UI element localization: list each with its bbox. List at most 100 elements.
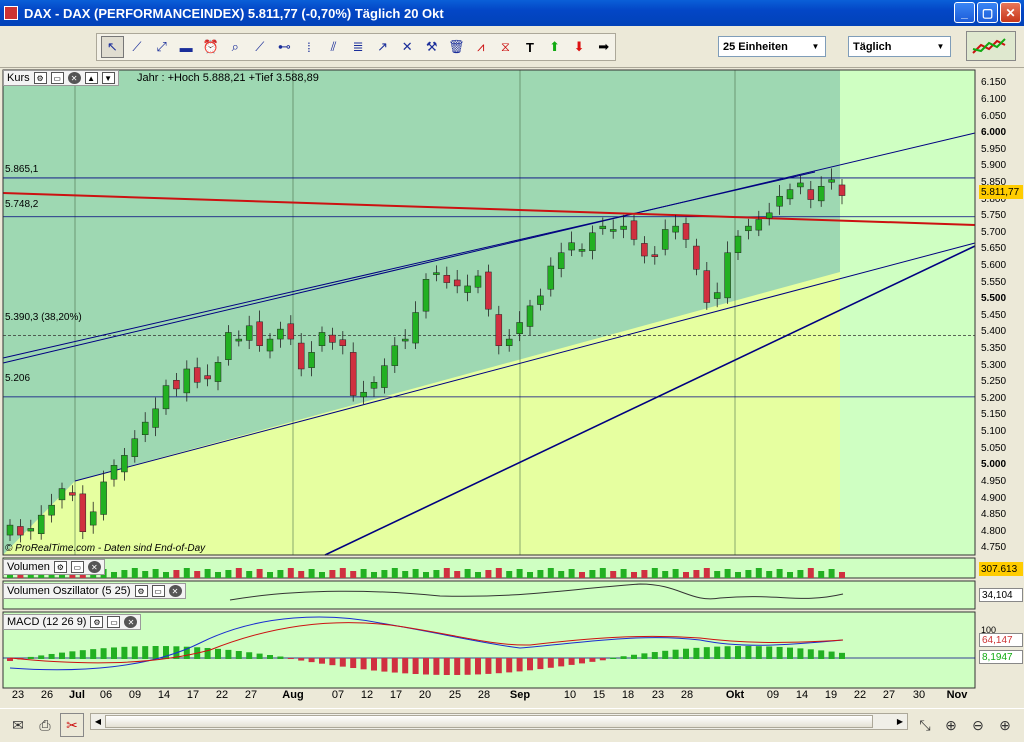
up-arrow-icon[interactable]: ⬆ (543, 36, 566, 58)
pattern-icon[interactable]: ⩘ (470, 36, 493, 58)
close-panel-icon[interactable]: ✕ (87, 561, 101, 573)
ruler-icon[interactable]: ▬ (175, 36, 198, 58)
line-icon[interactable]: ⟋ (126, 36, 149, 58)
hammer-icon[interactable]: ⚒ (420, 36, 443, 58)
macd-histogram-bar (599, 658, 606, 661)
chevron-down-icon: ▼ (811, 42, 820, 51)
close-panel-icon[interactable]: ✕ (168, 585, 182, 597)
macd-histogram-bar (131, 646, 138, 659)
volume-bar (516, 569, 523, 578)
macd-histogram-bar (610, 657, 617, 659)
triangle-icon[interactable]: ⧖ (494, 36, 517, 58)
alarm-icon[interactable]: ⏰ (199, 36, 222, 58)
candle (329, 334, 336, 343)
macd-histogram-bar (735, 646, 741, 659)
macd-histogram-bar (766, 646, 773, 659)
price-chart-svg[interactable] (0, 68, 1024, 708)
macd-histogram-bar (818, 650, 825, 659)
macd-histogram-bar (308, 658, 315, 663)
vertical-line-icon[interactable]: ⁞ (298, 36, 321, 58)
print-icon[interactable]: ⎙ (33, 713, 57, 737)
candle (204, 375, 211, 380)
candle (162, 385, 170, 410)
horizontal-line-icon[interactable]: ⊷ (273, 36, 296, 58)
period-select[interactable]: Täglich ▼ (848, 36, 951, 57)
macd-histogram-bar (423, 658, 429, 675)
x-tick-label: 12 (360, 689, 374, 701)
candle (266, 338, 274, 352)
right-arrow-icon[interactable]: ➡ (592, 36, 615, 58)
volume-bar (339, 568, 346, 578)
volume-bar (672, 569, 679, 578)
trendline-icon[interactable]: ⟋ (249, 36, 272, 58)
macd-histogram-bar (547, 658, 554, 668)
close-panel-icon[interactable]: ✕ (124, 616, 138, 628)
candle (651, 254, 659, 257)
cursor-zoom-icon[interactable]: ⤡ (913, 713, 937, 737)
candle (412, 312, 419, 344)
trash-icon[interactable]: 🗑 (445, 36, 468, 58)
y-tick-label: 5.600 (981, 259, 1007, 271)
candle (609, 229, 617, 232)
year-high-low-info: Jahr : +Hoch 5.888,21 +Tief 3.588,89 (137, 72, 319, 84)
text-icon[interactable]: T (519, 36, 542, 58)
macd-histogram-bar (724, 646, 731, 659)
window-icon[interactable]: ▭ (107, 616, 121, 628)
horizontal-scrollbar[interactable]: ◀ ▶ (90, 713, 908, 730)
close-panel-icon[interactable]: ✕ (67, 72, 81, 84)
candle (6, 524, 14, 536)
close-button[interactable]: ✕ (1000, 2, 1021, 23)
period-select-value: Täglich (853, 40, 892, 53)
macd-histogram-bar (38, 655, 45, 659)
candle (516, 322, 523, 335)
zoom-icon[interactable]: ⌕ (224, 36, 247, 58)
chart-area[interactable]: Kurs ⚙ ▭ ✕ ▲ ▼ Jahr : +Hoch 5.888,21 +Ti… (0, 68, 1024, 708)
wrench-icon[interactable]: ⚙ (53, 561, 67, 573)
candle (173, 380, 180, 390)
zoom-in-icon[interactable]: ⊕ (993, 713, 1017, 737)
volume-bar (776, 569, 783, 578)
ray-icon[interactable]: ⤢ (150, 36, 173, 58)
volume-bar (111, 572, 117, 578)
down-arrow-icon[interactable]: ⬇ (568, 36, 591, 58)
arrow-tool-icon[interactable]: ↗ (371, 36, 394, 58)
window-icon[interactable]: ▭ (50, 72, 64, 84)
volume-bar (183, 568, 190, 578)
x-tick-label: 20 (418, 689, 432, 701)
y-tick-label: 5.500 (981, 293, 1007, 305)
scissors-icon[interactable]: ✂ (60, 713, 84, 737)
volume-bar (142, 571, 149, 578)
toolbar: ↖ ⟋ ⤢ ▬ ⏰ ⌕ ⟋ ⊷ ⁞ ⫽ ≣ ↗ ✕ ⚒ 🗑 ⩘ ⧖ T ⬆ ⬇ … (0, 26, 1024, 68)
volume-bar (724, 569, 731, 578)
scrollbar-thumb[interactable] (105, 715, 873, 728)
move-up-icon[interactable]: ▲ (84, 72, 98, 84)
chart-type-button[interactable] (966, 31, 1016, 61)
candle (485, 271, 492, 310)
zoom-fit-icon[interactable]: ⊕ (939, 713, 963, 737)
candle (245, 325, 253, 341)
window-icon[interactable]: ▭ (70, 561, 84, 573)
minimize-button[interactable]: _ (954, 2, 975, 23)
units-select[interactable]: 25 Einheiten ▼ (718, 36, 826, 57)
scroll-right-icon[interactable]: ▶ (893, 714, 907, 729)
scroll-left-icon[interactable]: ◀ (91, 714, 105, 729)
y-tick-label: 5.200 (981, 392, 1007, 404)
macd-histogram-bar (589, 658, 596, 662)
wrench-icon[interactable]: ⚙ (90, 616, 104, 628)
parallel-channel-icon[interactable]: ⫽ (322, 36, 345, 58)
candle (755, 219, 763, 231)
wrench-icon[interactable]: ⚙ (134, 585, 148, 597)
volume-bar (599, 568, 606, 578)
macd-signal-tag: 8,1947 (979, 650, 1023, 664)
cursor-icon[interactable]: ↖ (101, 36, 124, 58)
cross-icon[interactable]: ✕ (396, 36, 419, 58)
maximize-button[interactable]: ▢ (977, 2, 998, 23)
zoom-out-icon[interactable]: ⊖ (966, 713, 990, 737)
fibonacci-icon[interactable]: ≣ (347, 36, 370, 58)
wrench-icon[interactable]: ⚙ (33, 72, 47, 84)
email-icon[interactable]: ✉ (6, 713, 30, 737)
volume-bar (423, 572, 429, 578)
candle (152, 408, 159, 428)
window-icon[interactable]: ▭ (151, 585, 165, 597)
move-down-icon[interactable]: ▼ (101, 72, 115, 84)
